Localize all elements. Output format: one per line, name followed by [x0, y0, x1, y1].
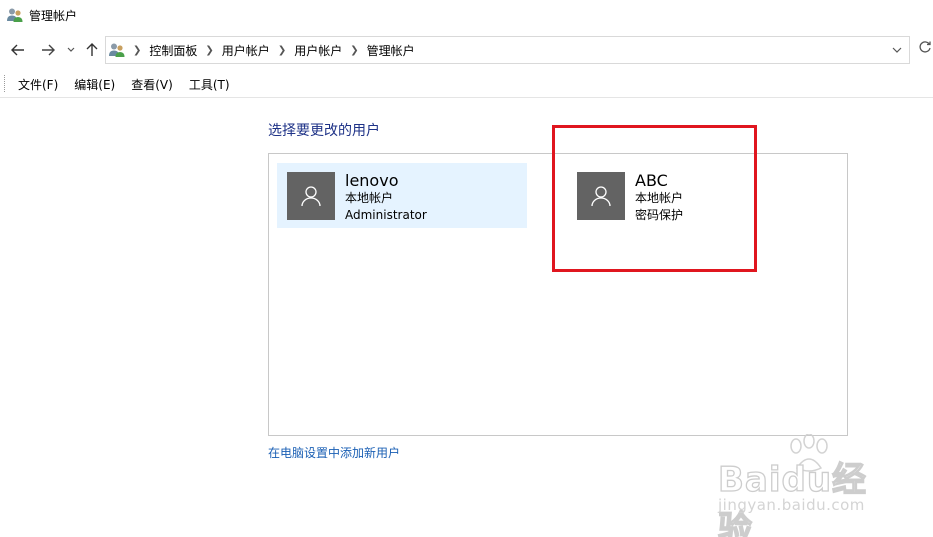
page-heading: 选择要更改的用户 [268, 123, 380, 139]
annotation-highlight-box [552, 125, 757, 272]
user-detail: Administrator [345, 208, 427, 222]
chevron-right-icon[interactable]: ❯ [205, 45, 213, 56]
menu-item-tools[interactable]: 工具(T) [189, 76, 230, 93]
address-bar[interactable]: ❯ 控制面板 ❯ 用户帐户 ❯ 用户帐户 ❯ 管理帐户 [105, 36, 910, 64]
breadcrumb-manage-accounts[interactable]: 管理帐户 [367, 42, 415, 59]
user-icon [301, 186, 321, 207]
refresh-icon[interactable] [918, 40, 933, 60]
breadcrumb-user-accounts[interactable]: 用户帐户 [222, 42, 270, 59]
users-icon [7, 7, 23, 23]
arrow-left-icon[interactable] [8, 40, 28, 60]
add-user-link[interactable]: 在电脑设置中添加新用户 [268, 444, 400, 461]
users-icon [109, 42, 125, 58]
user-tile-lenovo[interactable]: lenovo 本地帐户 Administrator [277, 163, 527, 228]
navigation-bar: ❯ 控制面板 ❯ 用户帐户 ❯ 用户帐户 ❯ 管理帐户 [0, 34, 933, 66]
watermark: Baidu经验 jingyan.baidu.com [712, 432, 892, 537]
user-account-type: 本地帐户 [345, 191, 394, 205]
chevron-down-icon[interactable] [64, 40, 78, 60]
toolbar-grip [4, 75, 6, 92]
watermark-site: jingyan.baidu.com [718, 496, 865, 514]
menu-item-edit[interactable]: 编辑(E) [74, 76, 115, 93]
menu-bar: 文件(F) 编辑(E) 查看(V) 工具(T) [0, 70, 933, 98]
user-name: lenovo [345, 171, 399, 190]
chevron-right-icon[interactable]: ❯ [278, 45, 286, 56]
chevron-right-icon[interactable]: ❯ [350, 45, 358, 56]
avatar [287, 172, 335, 220]
arrow-right-icon[interactable] [38, 40, 58, 60]
chevron-right-icon[interactable]: ❯ [133, 45, 141, 56]
window-title: 管理帐户 [29, 8, 78, 23]
arrow-up-icon[interactable] [82, 40, 102, 60]
breadcrumb-control-panel[interactable]: 控制面板 [149, 42, 197, 59]
breadcrumb-user-accounts-sub[interactable]: 用户帐户 [294, 42, 342, 59]
chevron-down-icon[interactable] [889, 41, 905, 59]
title-bar: 管理帐户 [0, 0, 933, 30]
menu-item-view[interactable]: 查看(V) [131, 76, 173, 93]
watermark-brand: Baidu经验 [717, 459, 868, 537]
menu-item-file[interactable]: 文件(F) [18, 76, 58, 93]
